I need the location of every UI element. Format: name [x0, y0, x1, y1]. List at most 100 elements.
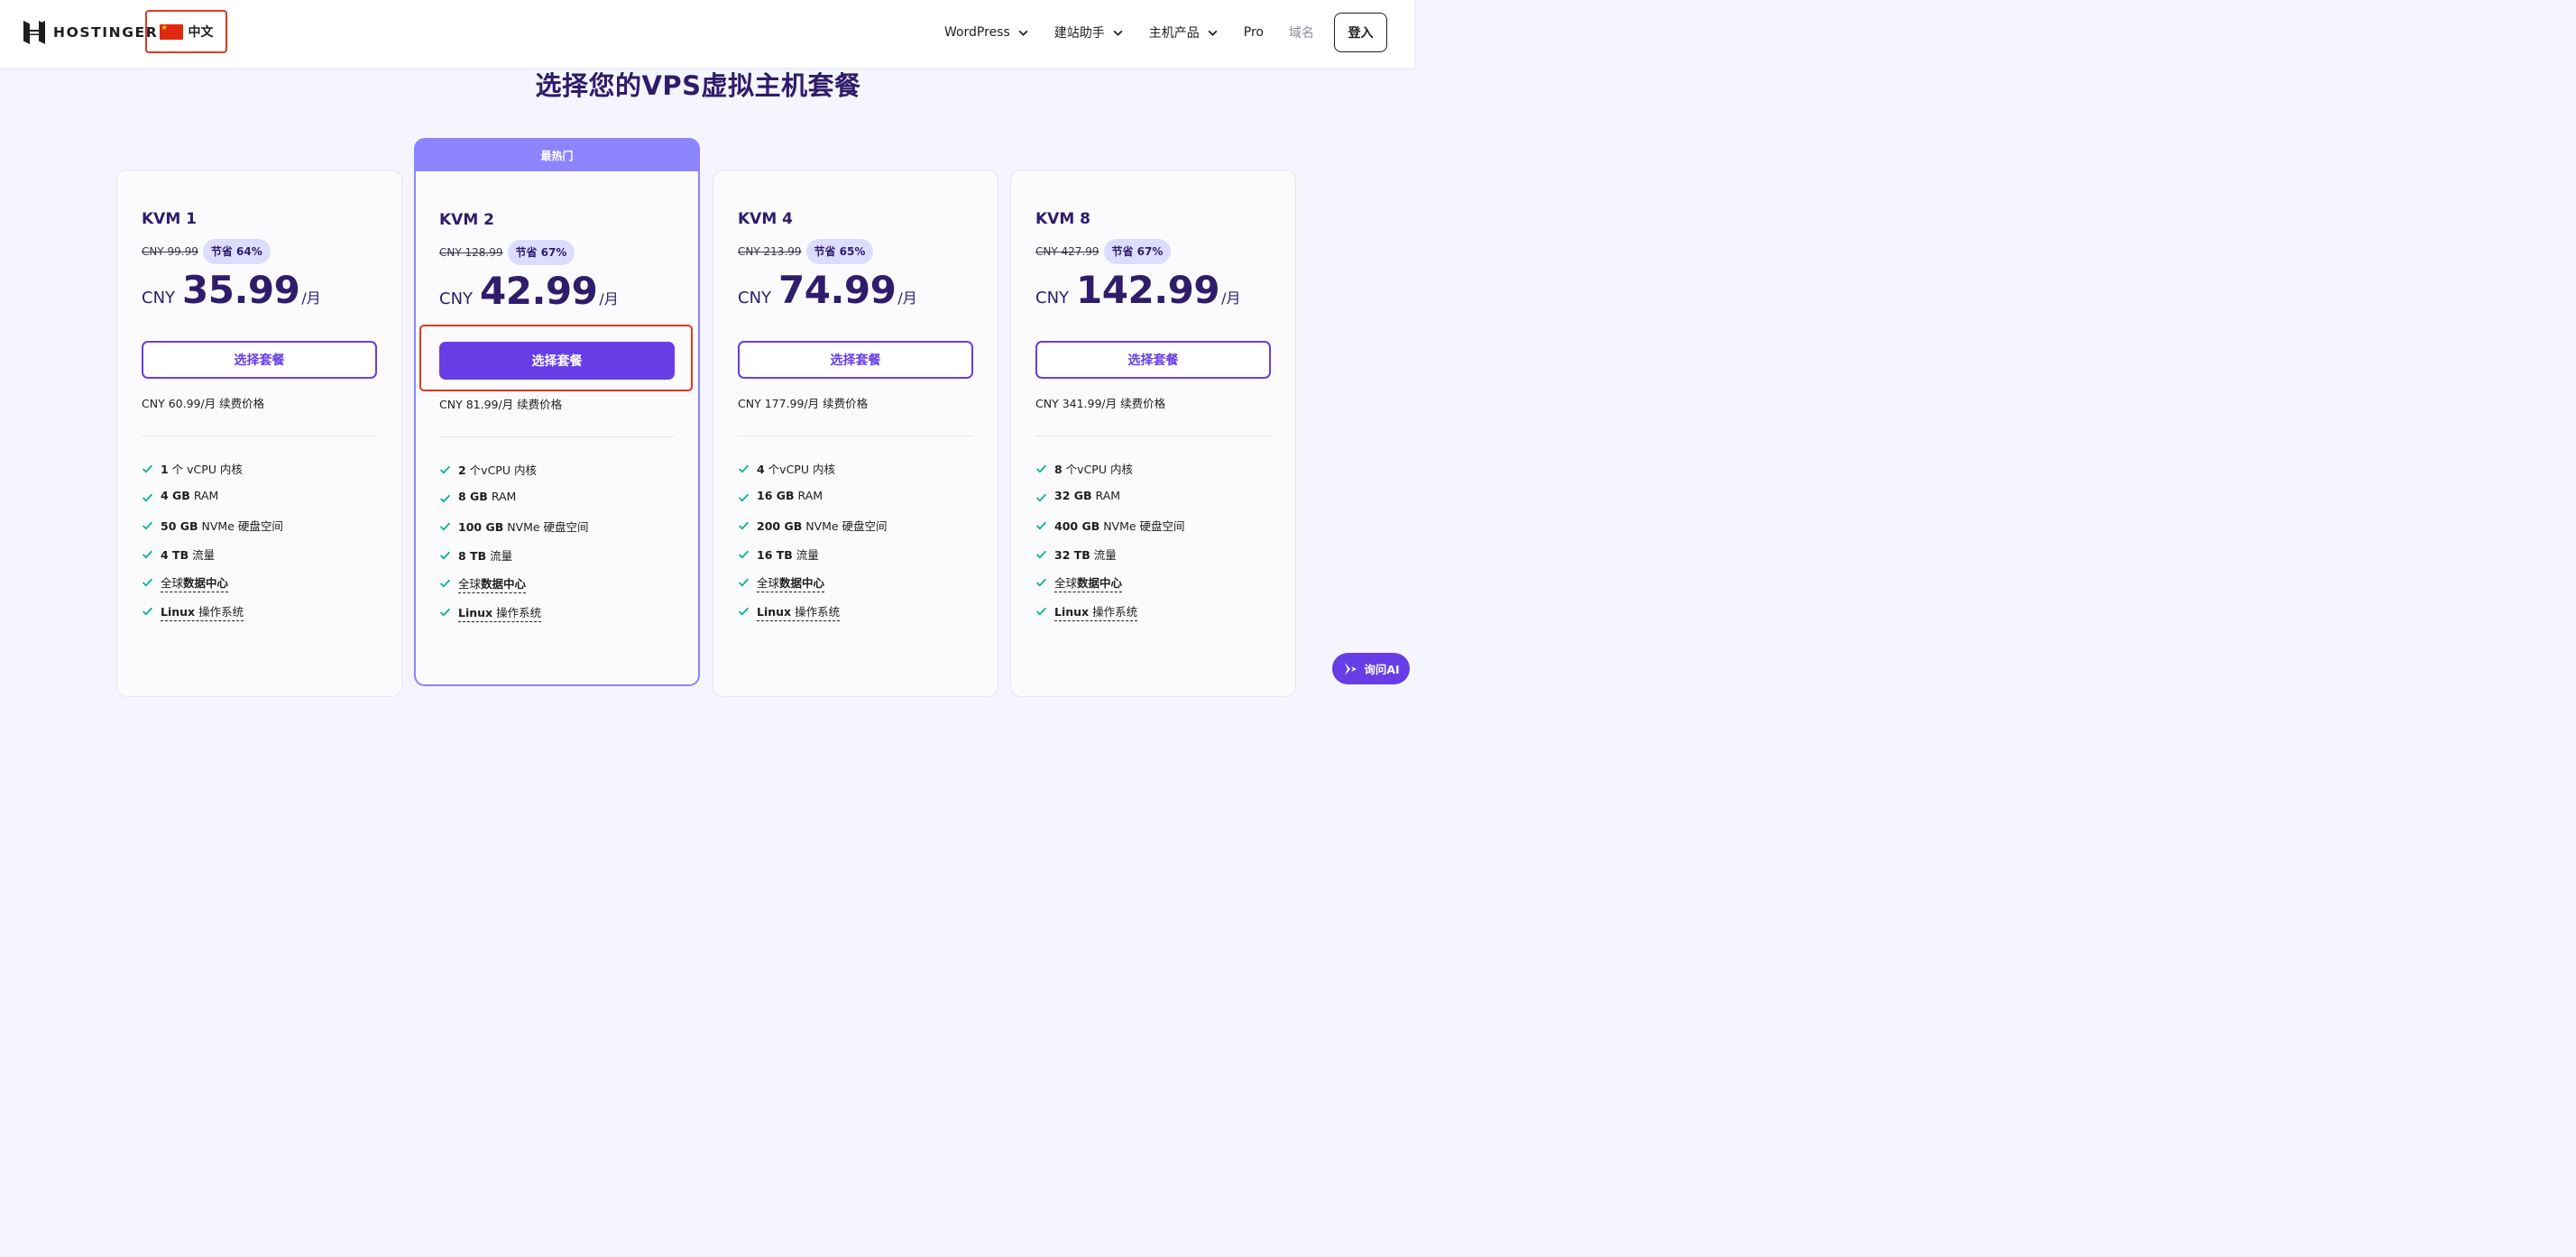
check-icon	[1036, 607, 1047, 616]
discount-badge: 节省 67%	[507, 240, 575, 265]
price-amount: 42.99	[480, 269, 598, 313]
nav-item-domains[interactable]: 域名	[1289, 23, 1314, 41]
check-icon	[440, 580, 451, 588]
language-selector[interactable]: ★ 中文	[145, 10, 227, 53]
check-icon	[1036, 579, 1047, 587]
hostinger-logo[interactable]: HOSTINGER	[23, 21, 158, 44]
nav-item-site-builder[interactable]: 建站助手	[1054, 23, 1124, 41]
nav-item-label: 主机产品	[1148, 26, 1200, 41]
plan-name: KVM 1	[142, 210, 197, 228]
check-icon	[1036, 521, 1047, 530]
check-icon	[1036, 464, 1047, 473]
plan-card-kvm8: KVM 8 CNY 427.99 节省 67% CNY 142.99 /月 选择…	[1010, 170, 1296, 697]
original-price: CNY 128.99	[439, 246, 503, 259]
feature-ram: 16 GB RAM	[738, 489, 888, 518]
feature-list: 2 个vCPU 内核 8 GB RAM 100 GB NVMe 硬盘空间 8 T…	[439, 461, 589, 632]
feature-bandwidth: 8 TB 流量	[439, 546, 589, 575]
original-price: CNY 99.99	[142, 245, 198, 258]
plan-name: KVM 8	[1035, 210, 1090, 228]
feature-cpu: 4 个vCPU 内核	[738, 460, 888, 489]
price-amount: 35.99	[182, 268, 300, 312]
price-period: /月	[1221, 289, 1241, 307]
check-icon	[739, 607, 750, 616]
most-popular-ribbon: 最热门	[416, 140, 698, 171]
check-icon	[143, 493, 153, 502]
feature-cpu: 2 个vCPU 内核	[439, 461, 589, 490]
feature-os[interactable]: Linux 操作系统	[738, 602, 888, 631]
feature-datacenter[interactable]: 全球数据中心	[439, 574, 589, 603]
feature-disk: 200 GB NVMe 硬盘空间	[738, 517, 888, 546]
hostinger-logo-icon	[23, 21, 45, 44]
feature-os[interactable]: Linux 操作系统	[1035, 602, 1185, 631]
nav-item-label: 域名	[1289, 26, 1314, 41]
feature-list: 8 个vCPU 内核 32 GB RAM 400 GB NVMe 硬盘空间 32…	[1035, 460, 1185, 631]
feature-list: 1 个 vCPU 内核 4 GB RAM 50 GB NVMe 硬盘空间 4 T…	[142, 460, 283, 631]
price: CNY 142.99 /月	[1035, 268, 1241, 312]
login-button[interactable]: 登入	[1334, 13, 1387, 52]
price-currency: CNY	[738, 289, 772, 307]
check-icon	[1036, 493, 1047, 502]
feature-disk: 100 GB NVMe 硬盘空间	[439, 518, 589, 546]
nav-item-wordpress[interactable]: WordPress	[944, 25, 1029, 40]
plan-card-kvm2: 最热门 KVM 2 CNY 128.99 节省 67% CNY 42.99 /月…	[414, 138, 700, 686]
plan-name: KVM 4	[738, 210, 793, 228]
select-plan-button[interactable]: 选择套餐	[439, 342, 675, 380]
check-icon	[739, 550, 750, 559]
top-navbar: HOSTINGER ★ 中文 WordPress 建站助手 主机产品 Pro 域…	[0, 0, 1414, 68]
feature-ram: 8 GB RAM	[439, 490, 589, 518]
feature-os[interactable]: Linux 操作系统	[439, 603, 589, 632]
nav-item-label: 建站助手	[1053, 26, 1105, 41]
feature-ram: 32 GB RAM	[1035, 489, 1185, 518]
nav-item-label: WordPress	[943, 25, 1010, 40]
check-icon	[143, 521, 153, 530]
feature-bandwidth: 16 TB 流量	[738, 546, 888, 574]
check-icon	[739, 579, 750, 587]
select-plan-button[interactable]: 选择套餐	[142, 341, 377, 379]
feature-cpu: 8 个vCPU 内核	[1035, 460, 1185, 489]
check-icon	[440, 608, 451, 617]
chevron-down-icon	[1208, 30, 1218, 36]
check-icon	[440, 551, 451, 560]
check-icon	[143, 550, 153, 559]
check-icon	[143, 579, 153, 587]
ask-ai-label: 询问AI	[1364, 663, 1400, 676]
feature-cpu: 1 个 vCPU 内核	[142, 460, 283, 489]
logo-text: HOSTINGER	[53, 24, 159, 41]
price-currency: CNY	[439, 289, 474, 308]
check-icon	[143, 607, 153, 616]
renewal-price: CNY 341.99/月 续费价格	[1035, 397, 1166, 410]
renewal-price: CNY 60.99/月 续费价格	[142, 397, 265, 410]
check-icon	[440, 465, 451, 474]
plan-name: KVM 2	[439, 211, 494, 229]
language-label: 中文	[188, 25, 214, 40]
china-flag-icon: ★	[159, 23, 183, 40]
feature-datacenter[interactable]: 全球数据中心	[738, 573, 888, 602]
price-period: /月	[897, 289, 917, 307]
discount-badge: 节省 67%	[1103, 239, 1172, 264]
ai-sparkle-icon	[1345, 662, 1357, 675]
check-icon	[739, 464, 750, 473]
feature-datacenter[interactable]: 全球数据中心	[1035, 573, 1185, 602]
price: CNY 42.99 /月	[439, 269, 619, 313]
original-price: CNY 427.99	[1035, 245, 1099, 258]
select-plan-button[interactable]: 选择套餐	[738, 341, 973, 379]
feature-ram: 4 GB RAM	[142, 489, 283, 518]
check-icon	[1036, 550, 1047, 559]
feature-disk: 50 GB NVMe 硬盘空间	[142, 517, 283, 546]
nav-item-hosting[interactable]: 主机产品	[1149, 23, 1219, 41]
select-plan-button[interactable]: 选择套餐	[1035, 341, 1271, 379]
original-price: CNY 213.99	[738, 245, 802, 258]
discount-badge: 节省 64%	[202, 239, 271, 264]
renewal-price: CNY 177.99/月 续费价格	[738, 397, 869, 410]
feature-list: 4 个vCPU 内核 16 GB RAM 200 GB NVMe 硬盘空间 16…	[738, 460, 888, 631]
ask-ai-button[interactable]: 询问AI	[1332, 653, 1410, 684]
price-amount: 142.99	[1076, 268, 1220, 312]
price-amount: 74.99	[778, 268, 897, 312]
price-period: /月	[599, 290, 619, 307]
check-icon	[143, 464, 153, 473]
feature-os[interactable]: Linux 操作系统	[142, 602, 283, 631]
check-icon	[440, 494, 451, 503]
nav-item-pro[interactable]: Pro	[1244, 25, 1264, 40]
feature-datacenter[interactable]: 全球数据中心	[142, 573, 283, 602]
page-title: 选择您的VPS虚拟主机套餐	[535, 70, 861, 101]
